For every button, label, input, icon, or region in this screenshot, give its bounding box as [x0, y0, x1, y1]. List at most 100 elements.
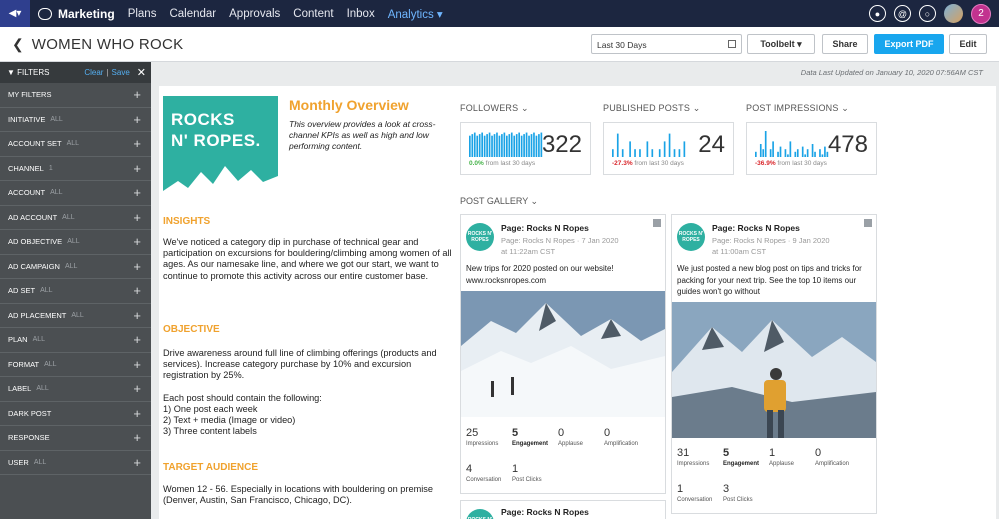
plus-icon[interactable]: + — [133, 210, 141, 225]
edit-button[interactable]: Edit — [949, 34, 987, 54]
stat-label: Conversation — [466, 477, 502, 483]
filters-title: FILTERS — [17, 68, 50, 77]
spark-bar — [496, 132, 498, 157]
filter-item-label[interactable]: LABEL ALL + — [0, 377, 151, 402]
chat-icon[interactable] — [38, 7, 52, 20]
notifications-badge[interactable]: 2 — [971, 3, 991, 24]
plus-icon[interactable]: + — [133, 234, 141, 249]
objective-heading: OBJECTIVE — [163, 324, 220, 335]
published-posts-label-text: PUBLISHED POSTS — [603, 103, 691, 113]
clear-filters-link[interactable]: Clear — [84, 68, 103, 77]
filter-item-initiative[interactable]: INITIATIVE ALL + — [0, 108, 151, 132]
date-range-picker[interactable]: Last 30 Days — [591, 34, 742, 54]
at-icon[interactable]: @ — [894, 5, 911, 22]
spark-bar — [538, 134, 540, 157]
lightbulb-icon[interactable]: ○ — [919, 5, 936, 22]
plus-icon[interactable]: + — [133, 161, 141, 176]
filter-item-ad-placement[interactable]: AD PLACEMENT ALL + — [0, 304, 151, 328]
plus-icon[interactable]: + — [133, 332, 141, 347]
filter-item-ad-set[interactable]: AD SET ALL + — [0, 279, 151, 304]
filter-item-format[interactable]: FORMAT ALL + — [0, 353, 151, 377]
plus-icon[interactable]: + — [133, 406, 141, 421]
filter-item-account-set[interactable]: ACCOUNT SET ALL + — [0, 132, 151, 157]
spark-bar — [806, 149, 809, 157]
filter-value: 1 — [48, 164, 53, 172]
post-impressions-label[interactable]: POST IMPRESSIONS ⌄ — [746, 103, 849, 114]
toolbelt-button[interactable]: Toolbelt ▾ — [747, 34, 815, 54]
overview-title: Monthly Overview — [289, 97, 409, 113]
post-card[interactable]: ROCKS N' ROPES Page: Rocks N Ropes Page:… — [460, 214, 666, 494]
nav-inbox[interactable]: Inbox — [347, 8, 375, 20]
close-icon[interactable]: ✕ — [137, 66, 146, 79]
filter-value: ALL — [67, 238, 80, 246]
post-gallery-label[interactable]: POST GALLERY ⌄ — [460, 196, 538, 207]
plus-icon[interactable]: + — [133, 357, 141, 372]
spark-bar — [481, 132, 483, 157]
spark-bar — [491, 135, 493, 157]
filter-item-plan[interactable]: PLAN ALL + — [0, 328, 151, 353]
nav-calendar[interactable]: Calendar — [169, 8, 216, 20]
spark-bar — [476, 135, 479, 157]
stat-value: 5 — [723, 447, 730, 459]
nav-content[interactable]: Content — [293, 8, 333, 20]
followers-value: 322 — [541, 131, 582, 158]
plus-icon[interactable]: + — [133, 136, 141, 151]
nav-plans[interactable]: Plans — [128, 8, 157, 20]
filter-label: AD PLACEMENT — [8, 310, 67, 320]
filter-item-ad-objective[interactable]: AD OBJECTIVE ALL + — [0, 230, 151, 255]
user-avatar[interactable] — [944, 4, 963, 23]
filter-item-ad-account[interactable]: AD ACCOUNT ALL + — [0, 206, 151, 230]
nav-approvals[interactable]: Approvals — [229, 8, 280, 20]
page-avatar: ROCKS N' ROPES — [677, 223, 705, 251]
followers-label-text: FOLLOWERS — [460, 103, 519, 113]
filter-item-ad-campaign[interactable]: AD CAMPAIGN ALL + — [0, 255, 151, 279]
filter-item-channel[interactable]: CHANNEL 1 + — [0, 157, 151, 181]
filter-label: RESPONSE — [8, 433, 50, 443]
spark-bar — [683, 141, 686, 157]
app-switcher-button[interactable]: ◀▾ — [0, 0, 30, 27]
plus-icon[interactable]: + — [133, 112, 141, 127]
spark-bar — [668, 133, 671, 157]
plus-icon[interactable]: + — [133, 308, 141, 323]
filter-item-dark-post[interactable]: DARK POST + — [0, 402, 151, 426]
page-avatar: ROCKS N' ROPES — [466, 223, 494, 251]
filter-item-response[interactable]: RESPONSE + — [0, 426, 151, 451]
plus-icon[interactable]: + — [133, 455, 141, 470]
spark-bar — [678, 149, 681, 157]
objective-text: Drive awareness around full line of clim… — [163, 348, 437, 437]
share-button[interactable]: Share — [822, 34, 868, 54]
plus-icon[interactable]: + — [133, 283, 141, 298]
post-image[interactable] — [461, 291, 665, 417]
back-chevron-icon[interactable]: ❮ — [12, 36, 24, 53]
plus-icon[interactable]: + — [133, 87, 141, 102]
spark-bar — [755, 151, 757, 157]
post-card[interactable]: ROCKS N' ROPES Page: Rocks N Ropes Page:… — [671, 214, 877, 514]
filter-item-user[interactable]: USER ALL + — [0, 451, 151, 475]
filter-item-account[interactable]: ACCOUNT ALL + — [0, 181, 151, 206]
stat-value: 0 — [815, 447, 822, 459]
plus-icon[interactable]: + — [133, 185, 141, 200]
followers-label[interactable]: FOLLOWERS ⌄ — [460, 103, 529, 114]
nav-analytics[interactable]: Analytics ▾ — [388, 7, 443, 21]
spark-bar — [769, 149, 772, 157]
published-posts-sparkline — [612, 133, 686, 157]
filter-item-my-filters[interactable]: MY FILTERS + — [0, 83, 151, 108]
plus-icon[interactable]: + — [133, 381, 141, 396]
spark-bar — [762, 149, 765, 157]
spark-bar — [673, 149, 676, 157]
plus-icon[interactable]: + — [133, 259, 141, 274]
page-header: ❮ WOMEN WHO ROCK Last 30 Days Toolbelt ▾… — [0, 27, 999, 62]
post-image[interactable] — [672, 302, 876, 438]
spark-bar — [658, 149, 661, 157]
top-nav: ◀▾ Marketing Plans Calendar Approvals Co… — [0, 0, 999, 27]
post-card[interactable]: ROCKS N' ROPES Page: Rocks N Ropes — [460, 500, 666, 519]
post-meta-line1: Page: Rocks N Ropes · 7 Jan 2020 — [501, 236, 619, 245]
stat-value: 1 — [677, 483, 684, 495]
post-meta: Page: Rocks N Ropes · 9 Jan 2020 at 11:00… — [712, 235, 872, 257]
save-filters-link[interactable]: Save — [112, 68, 130, 77]
plus-icon[interactable]: + — [133, 430, 141, 445]
bell-icon[interactable]: ● — [869, 5, 886, 22]
spark-bar — [528, 135, 530, 157]
published-posts-label[interactable]: PUBLISHED POSTS ⌄ — [603, 103, 700, 114]
export-pdf-button[interactable]: Export PDF — [874, 34, 944, 54]
